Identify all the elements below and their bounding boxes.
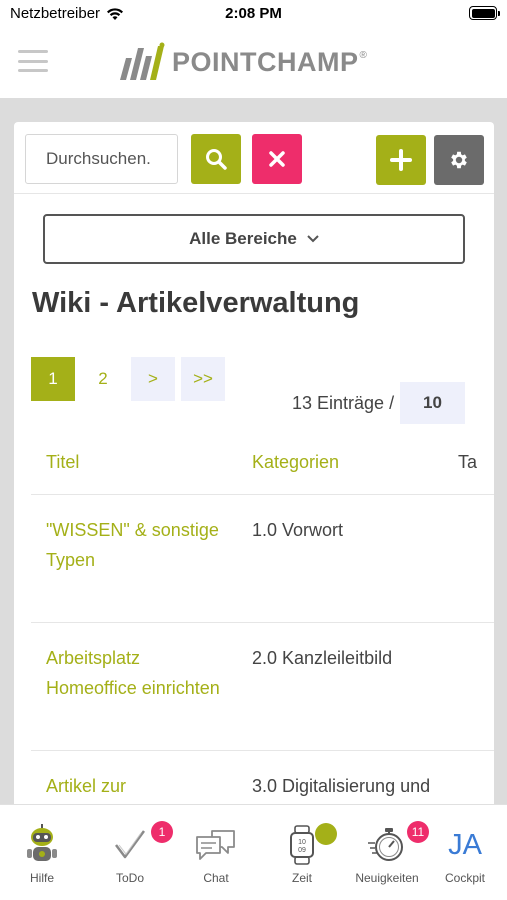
search-input[interactable] [25,134,178,184]
chevron-down-icon [307,235,319,243]
todo-count-badge: 1 [151,821,173,843]
logo-text: POINTCHAMP [172,46,359,77]
entries-count: 13 Einträge / [292,393,395,413]
table-row[interactable]: "WISSEN" & sonstige Typen 1.0 Vorwort [31,495,494,623]
article-title-link[interactable]: Arbeitsplatz Homeoffice einrichten [46,643,226,703]
tab-label: Cockpit [444,871,485,885]
next-page-button[interactable]: > [131,357,175,401]
app-header: POINTCHAMP ® [0,28,507,98]
add-article-button[interactable] [376,135,426,185]
tab-label: Hilfe [29,871,54,885]
battery-icon [469,6,500,20]
svg-text:10: 10 [298,839,306,846]
toolbar [14,122,494,194]
table-row[interactable]: Artikel zur Digitalisierung und 3.0 Digi… [31,751,494,812]
menu-icon[interactable] [18,50,48,72]
bottom-tab-bar: Hilfe ToDo 1 Chat 10 09 Zeit Neuigkeiten… [0,804,507,900]
app-screen: Netzbetreiber 2:08 PM POINTCHAMP ® Durch… [0,0,507,900]
tab-hilfe[interactable]: Hilfe [0,805,84,900]
table-header: Titel Kategorien Ta [31,432,494,495]
pagination: 1 2 > >> [31,357,231,401]
avatar: JA [443,824,487,866]
article-category: 1.0 Vorwort [252,520,344,540]
tab-zeit[interactable]: 10 09 Zeit [260,805,344,900]
clear-search-button[interactable] [252,134,302,184]
tab-label: ToDo [115,871,144,885]
page-size-select[interactable]: 10 [400,382,465,424]
checkmark-icon [108,823,152,867]
zeit-status-dot [315,823,337,845]
cockpit-avatar: JA [443,823,487,867]
tab-label: Neuigkeiten [355,871,419,885]
page-title: Wiki - Artikelverwaltung [32,287,360,319]
tab-cockpit[interactable]: JA Cockpit [423,805,507,900]
chat-bubbles-icon [194,823,238,867]
article-title-link[interactable]: "WISSEN" & sonstige Typen [46,515,226,575]
plus-icon [390,149,412,171]
tab-todo[interactable]: ToDo 1 [88,805,173,900]
clock: 2:08 PM [225,5,282,22]
article-category: 2.0 Kanzleileitbild [252,648,393,668]
page-button-2[interactable]: 2 [81,357,125,401]
search-button[interactable] [191,134,241,184]
article-category: 3.0 Digitalisierung und [252,776,431,796]
table-row[interactable]: Arbeitsplatz Homeoffice einrichten 2.0 K… [31,623,494,751]
content-card: Alle Bereiche Wiki - Artikelverwaltung 1… [14,122,494,812]
gear-icon [451,151,467,169]
stopwatch-icon [365,823,409,867]
articles-table: Titel Kategorien Ta "WISSEN" & sonstige … [31,432,494,812]
logo: POINTCHAMP ® [118,40,367,84]
logo-registered-mark: ® [359,49,367,61]
svg-text:09: 09 [298,847,306,854]
search-icon [206,149,227,170]
close-icon [269,151,285,167]
area-filter-select[interactable]: Alle Bereiche [43,214,465,264]
logo-mark-icon [120,42,165,80]
area-filter-label: Alle Bereiche [189,229,297,248]
tab-chat[interactable]: Chat [174,805,258,900]
column-header-categories[interactable]: Kategorien [252,452,339,473]
robot-icon [20,823,64,867]
last-page-button[interactable]: >> [181,357,225,401]
status-bar: Netzbetreiber 2:08 PM [0,0,507,28]
settings-button[interactable] [434,135,484,185]
column-header-tags: Ta [458,452,478,472]
tab-neuigkeiten[interactable]: Neuigkeiten 11 [345,805,429,900]
tab-label: Zeit [291,871,312,885]
tab-label: Chat [203,871,229,885]
column-header-title[interactable]: Titel [46,452,79,473]
page-button-1[interactable]: 1 [31,357,75,401]
